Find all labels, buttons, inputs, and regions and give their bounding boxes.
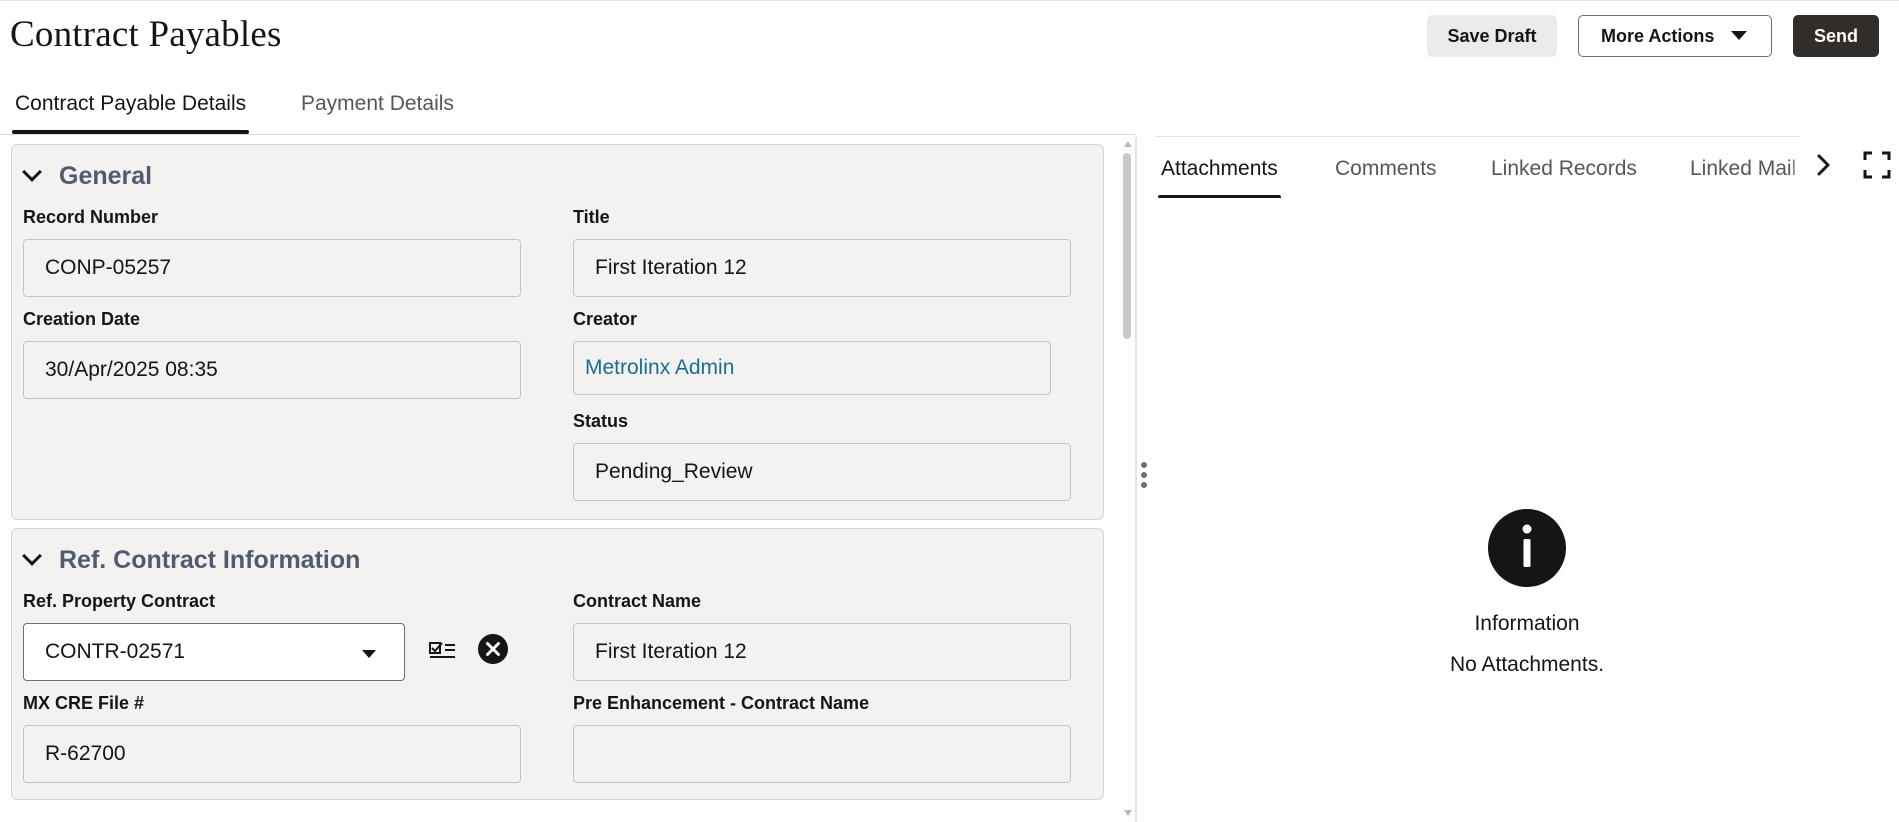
tab-label: Linked Records xyxy=(1491,157,1637,180)
tab-linked-mail[interactable]: Linked Mail xyxy=(1690,157,1796,181)
caret-down-icon xyxy=(362,650,376,658)
checklist-icon[interactable] xyxy=(426,635,460,669)
record-number-label: Record Number xyxy=(23,207,159,227)
pre-enhancement-contract-name-field xyxy=(573,725,1071,783)
title-label: Title xyxy=(573,207,610,227)
fullscreen-icon[interactable] xyxy=(1862,150,1892,180)
tab-payment-details[interactable]: Payment Details xyxy=(301,86,454,134)
scroll-up-arrow-icon[interactable] xyxy=(1124,141,1132,147)
info-circle-icon xyxy=(1488,509,1566,587)
title-value: First Iteration 12 xyxy=(595,256,747,279)
tab-label: Attachments xyxy=(1161,157,1278,180)
creator-field: Metrolinx Admin xyxy=(573,341,1051,395)
contract-name-field: First Iteration 12 xyxy=(573,623,1071,681)
tabs-divider xyxy=(0,134,1135,135)
tab-attachments[interactable]: Attachments xyxy=(1158,157,1281,198)
status-field: Pending_Review xyxy=(573,443,1071,501)
scroll-down-arrow-icon[interactable] xyxy=(1124,810,1132,816)
chevron-down-icon xyxy=(22,162,42,182)
general-section: General Record Number CONP-05257 Title F… xyxy=(11,144,1104,520)
tab-label: Comments xyxy=(1335,157,1437,180)
status-value: Pending_Review xyxy=(595,460,753,483)
scroll-thumb[interactable] xyxy=(1123,153,1131,339)
ref-property-contract-value: CONTR-02571 xyxy=(45,640,186,663)
right-panel-tabs: Attachments Comments Linked Records Link… xyxy=(1155,136,1800,198)
chevron-down-icon xyxy=(22,546,42,566)
ref-contract-section-header[interactable]: Ref. Contract Information xyxy=(22,543,360,577)
mx-cre-file-value: R-62700 xyxy=(45,742,126,765)
tab-overflow-fade xyxy=(1790,140,1802,190)
tab-comments[interactable]: Comments xyxy=(1335,157,1437,181)
chevron-right-icon[interactable] xyxy=(1808,150,1838,180)
tab-label: Payment Details xyxy=(301,92,454,115)
save-draft-button[interactable]: Save Draft xyxy=(1427,15,1557,57)
ref-property-contract-label: Ref. Property Contract xyxy=(23,591,216,611)
section-title: Ref. Contract Information xyxy=(59,545,361,574)
ref-contract-section: Ref. Contract Information Ref. Property … xyxy=(11,528,1104,800)
main-tabs: Contract Payable Details Payment Details xyxy=(0,86,1135,136)
empty-state-title: Information xyxy=(1474,612,1580,635)
send-button[interactable]: Send xyxy=(1793,15,1879,57)
pre-enhancement-contract-name-label: Pre Enhancement - Contract Name xyxy=(573,693,870,713)
tab-linked-records[interactable]: Linked Records xyxy=(1491,157,1637,181)
creator-link[interactable]: Metrolinx Admin xyxy=(585,356,734,380)
record-number-field: CONP-05257 xyxy=(23,239,521,297)
page-title: Contract Payables xyxy=(10,14,282,55)
active-tab-indicator xyxy=(1158,195,1281,198)
page-header: Contract Payables Save Draft More Action… xyxy=(0,0,1899,70)
contract-name-label: Contract Name xyxy=(573,591,702,611)
pane-splitter[interactable] xyxy=(1135,137,1137,822)
contract-name-value: First Iteration 12 xyxy=(595,640,747,663)
creation-date-value: 30/Apr/2025 08:35 xyxy=(45,358,218,381)
tab-contract-payable-details[interactable]: Contract Payable Details xyxy=(12,86,250,134)
creator-label: Creator xyxy=(573,309,638,329)
mx-cre-file-label: MX CRE File # xyxy=(23,693,145,713)
creation-date-field: 30/Apr/2025 08:35 xyxy=(23,341,521,399)
tab-label: Contract Payable Details xyxy=(15,92,247,115)
title-field: First Iteration 12 xyxy=(573,239,1071,297)
empty-state-message: No Attachments. xyxy=(1449,653,1605,676)
clear-circle-icon[interactable] xyxy=(476,632,510,666)
more-actions-label: More Actions xyxy=(1601,25,1715,46)
tab-label: Linked Mail xyxy=(1690,157,1797,180)
section-title: General xyxy=(59,161,153,190)
caret-down-icon xyxy=(1731,31,1747,40)
more-actions-button[interactable]: More Actions xyxy=(1578,15,1772,57)
left-pane-scrollbar[interactable] xyxy=(1120,137,1134,822)
ref-property-contract-select[interactable]: CONTR-02571 xyxy=(23,623,405,681)
creation-date-label: Creation Date xyxy=(23,309,141,329)
status-label: Status xyxy=(573,411,629,431)
general-section-header[interactable]: General xyxy=(22,159,152,193)
drag-handle-icon[interactable] xyxy=(1139,462,1149,496)
record-number-value: CONP-05257 xyxy=(45,256,172,279)
mx-cre-file-field: R-62700 xyxy=(23,725,521,783)
